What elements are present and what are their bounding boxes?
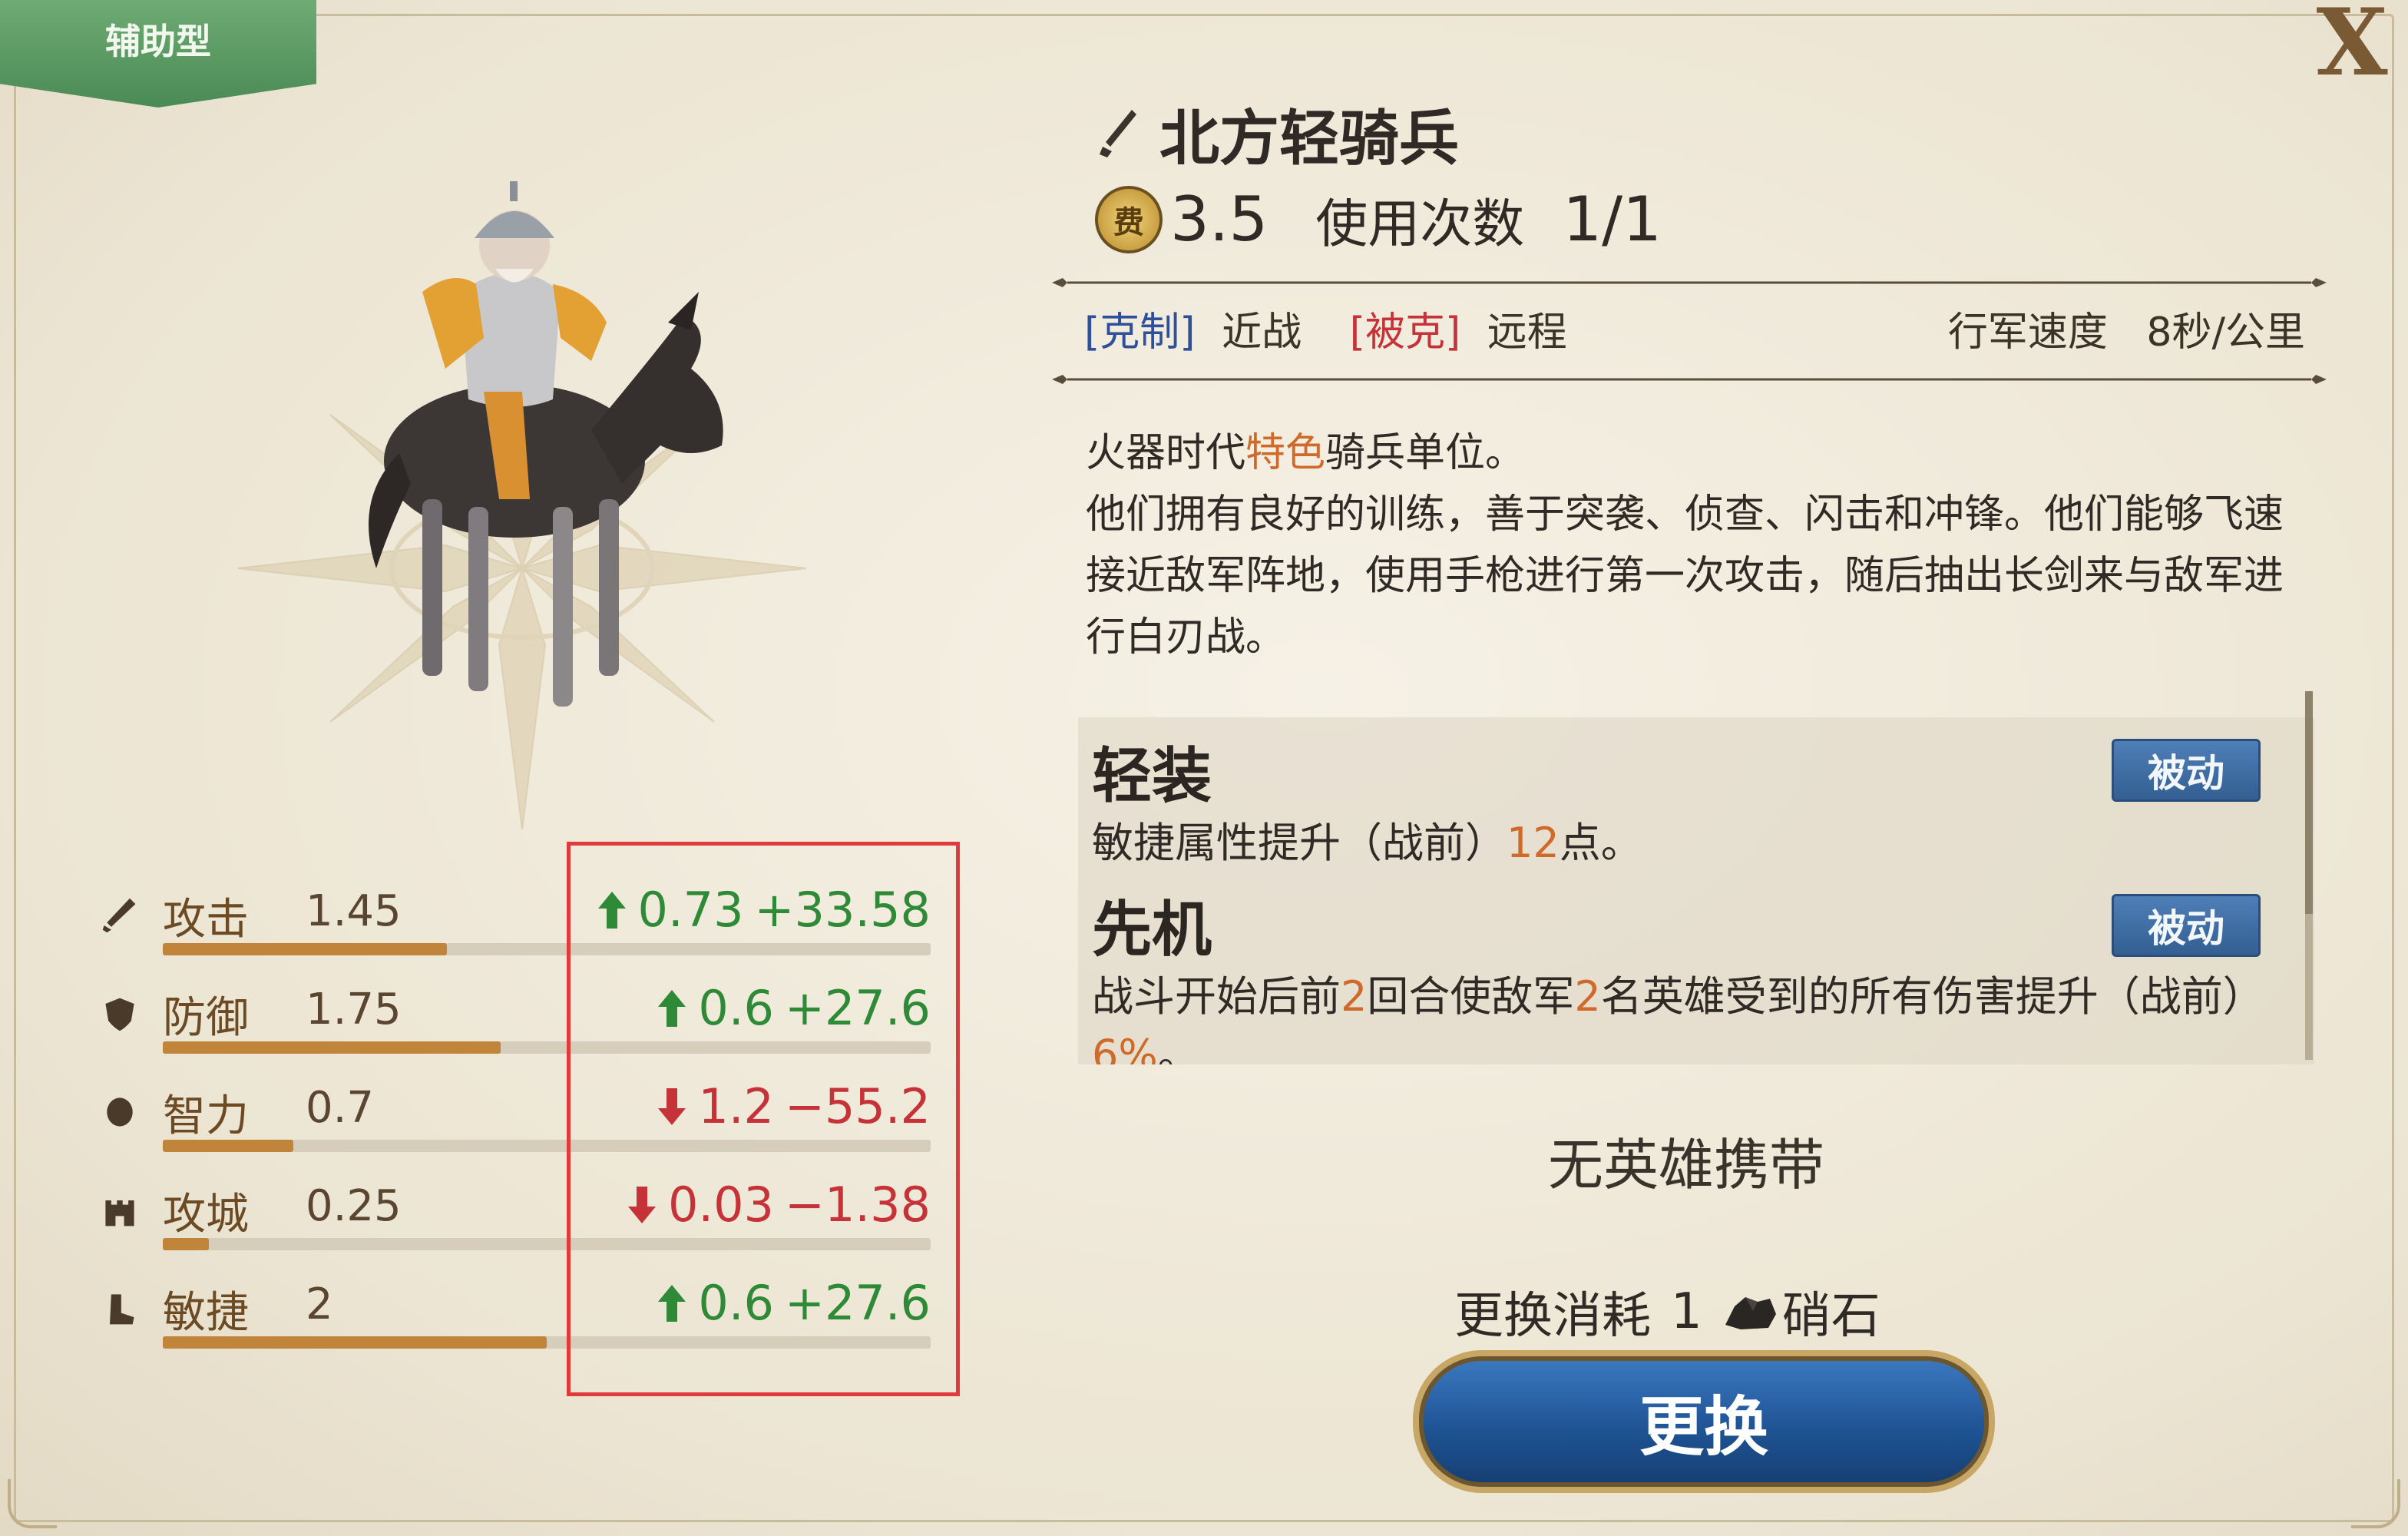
stat-label: 敏捷: [163, 1288, 249, 1338]
stat-bar-fill: [163, 1140, 293, 1152]
passive-badge: 被动: [2112, 894, 2261, 957]
counters-tag: [克制]: [1084, 310, 1196, 356]
cost-row: 费 3.5 使用次数 1/1: [1095, 181, 1662, 257]
skill-desc: 敏捷属性提升（战前）12点。: [1092, 819, 1642, 867]
frame-corner: [2351, 1479, 2400, 1528]
description-text: 他们拥有良好的训练，善于突袭、侦查、闪击和冲锋。他们能够飞速接近敌军阵地，使用手…: [1086, 492, 2284, 660]
skill-item: 先机 战斗开始后前2回合使敌军2名英雄受到的所有伤害提升（战前）6%。: [1092, 882, 2290, 1064]
stat-label: 攻击: [163, 895, 249, 945]
divider: [1052, 375, 2327, 384]
counter-row: [克制] 近战 [被克] 远程 行军速度 8秒/公里: [1084, 300, 2305, 357]
march-speed-value: 8秒/公里: [2146, 310, 2305, 356]
stat-value: 0.7: [306, 1083, 375, 1133]
skill-desc: 战斗开始后前2回合使敌军2名英雄受到的所有伤害提升（战前）6%。: [1092, 972, 2264, 1064]
stat-value: 1.45: [306, 886, 402, 936]
countered-tag: [被克]: [1349, 310, 1461, 356]
unit-cost: 3.5: [1170, 184, 1268, 255]
replace-cost-row: 更换消耗 1 硝石: [1454, 1276, 1880, 1347]
replace-resource-name: 硝石: [1781, 1288, 1880, 1345]
unit-portrait: [237, 181, 807, 830]
boot-icon: [110, 1294, 134, 1325]
replace-cost-amount: 1: [1671, 1283, 1702, 1340]
saltpeter-ore-icon: [1725, 1297, 1776, 1329]
stat-value: 0.25: [306, 1181, 402, 1231]
countered-value: 远程: [1487, 310, 1567, 356]
skill-item: 轻装 敏捷属性提升（战前）12点。: [1092, 728, 2290, 872]
castle-icon: [105, 1200, 134, 1226]
description-line: 火器时代特色骑兵单位。: [1086, 430, 1526, 476]
stat-bar-fill: [163, 1041, 501, 1054]
skill-name: 轻装: [1092, 742, 1212, 811]
stat-bar-fill: [163, 943, 447, 955]
stat-bar-fill: [163, 1336, 547, 1349]
brain-icon: [107, 1097, 133, 1127]
passive-badge: 被动: [2112, 739, 2261, 802]
replace-button[interactable]: 更换: [1413, 1350, 1995, 1493]
unit-title: 北方轻骑兵: [1098, 91, 1459, 177]
shield-icon: [105, 998, 134, 1031]
close-button[interactable]: X: [2302, 0, 2402, 97]
skills-scrollbar[interactable]: [2305, 691, 2313, 1060]
counters-value: 近战: [1222, 310, 1302, 356]
stat-value: 1.75: [306, 985, 402, 1034]
stat-value: 2: [306, 1279, 333, 1329]
close-icon: X: [2316, 0, 2388, 97]
stat-bar-fill: [163, 1238, 209, 1250]
replace-cost-label: 更换消耗: [1454, 1288, 1651, 1345]
unit-description: 火器时代特色骑兵单位。 他们拥有良好的训练，善于突袭、侦查、闪击和冲锋。他们能够…: [1086, 422, 2314, 668]
skills-box[interactable]: 轻装 敏捷属性提升（战前）12点。 被动 先机 战斗开始后前2回合使敌军2名英雄…: [1078, 717, 2314, 1064]
march-speed-label: 行军速度: [1947, 310, 2108, 356]
unit-detail-panel: 辅助型 X 攻击 1.45 0.73 +33.58 防御 1.75 0.6 +2…: [0, 0, 2408, 1536]
divider: [1052, 278, 2327, 287]
sword-icon: [102, 898, 136, 933]
uses-count: 1/1: [1563, 184, 1662, 255]
stat-label: 攻城: [163, 1190, 249, 1240]
frame-corner: [8, 1479, 57, 1528]
uses-label: 使用次数: [1315, 194, 1525, 255]
sword-icon: [1100, 110, 1136, 157]
stat-label: 智力: [163, 1091, 249, 1141]
stat-label: 防御: [163, 993, 249, 1043]
skill-name: 先机: [1092, 895, 1212, 965]
no-hero-label: 无英雄携带: [1548, 1133, 1825, 1197]
stat-change-highlight-box: [567, 842, 960, 1396]
cost-coin-icon: 费: [1095, 185, 1163, 253]
unit-name: 北方轻骑兵: [1159, 104, 1460, 174]
scrollbar-thumb[interactable]: [2305, 691, 2313, 914]
